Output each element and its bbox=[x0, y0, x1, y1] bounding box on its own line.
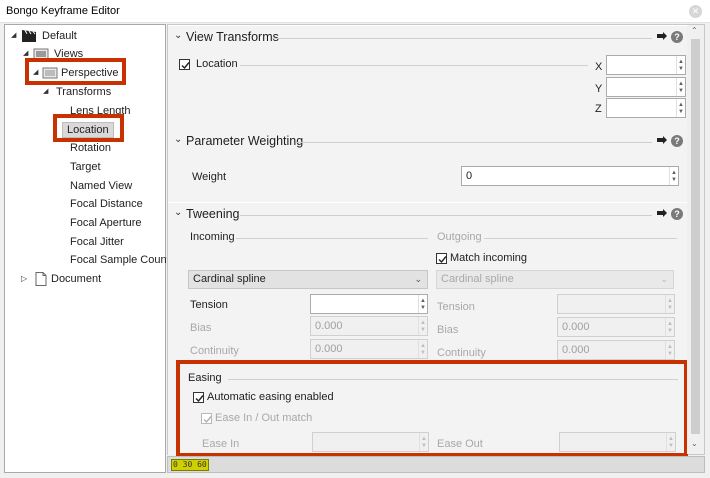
section-title: View Transforms bbox=[186, 30, 279, 44]
status-bar: 0 30 60 bbox=[167, 456, 705, 473]
pin-icon[interactable] bbox=[657, 136, 667, 144]
section-tweening: ⌄ Tweening ? Incoming Outgoing Match inc… bbox=[168, 203, 688, 457]
spinner[interactable]: ▲ ▼ bbox=[676, 56, 685, 74]
properties-panel: ⌄ View Transforms ? Location X ▲ ▼ Y ▲ ▼ Z… bbox=[167, 24, 705, 457]
continuity-label: Continuity bbox=[190, 345, 239, 357]
tree-item-label: Default bbox=[42, 30, 77, 42]
section-title: Parameter Weighting bbox=[186, 134, 304, 148]
outgoing-tension-label: Tension bbox=[437, 301, 475, 313]
spinner[interactable]: ▲ ▼ bbox=[418, 295, 427, 313]
scroll-down-icon[interactable]: ⌄ bbox=[691, 439, 698, 448]
x-label: X bbox=[595, 61, 603, 73]
highlight-box-easing bbox=[176, 360, 688, 457]
help-icon[interactable]: ? bbox=[671, 208, 683, 220]
divider bbox=[484, 238, 677, 239]
title-bar: Bongo Keyframe Editor ✕ bbox=[0, 0, 710, 23]
chevron-down-icon[interactable]: ⌄ bbox=[174, 30, 182, 41]
tree-item-document[interactable]: ▷ Document bbox=[19, 270, 139, 288]
collapse-icon[interactable]: ◢ bbox=[11, 27, 16, 45]
location-label: Location bbox=[196, 58, 238, 70]
chevron-down-icon[interactable]: ⌄ bbox=[174, 134, 182, 145]
scene-tree[interactable]: ◢ Default ◢ Views ◢ Perspective ◢ Transf… bbox=[4, 24, 170, 473]
help-icon[interactable]: ? bbox=[671, 135, 683, 147]
section-view-transforms: ⌄ View Transforms ? Location X ▲ ▼ Y ▲ ▼ Z… bbox=[168, 26, 688, 131]
divider bbox=[236, 238, 428, 239]
scroll-up-icon[interactable]: ⌃ bbox=[691, 26, 698, 35]
incoming-tension-input[interactable]: ▲ ▼ bbox=[310, 294, 428, 314]
section-header[interactable]: ⌄ View Transforms ? bbox=[168, 26, 688, 48]
x-input[interactable]: ▲ ▼ bbox=[606, 55, 686, 75]
pin-icon[interactable] bbox=[657, 209, 667, 217]
divider bbox=[240, 215, 652, 216]
spinner[interactable]: ▲ ▼ bbox=[676, 99, 685, 117]
outgoing-tension-input: ▲ ▼ bbox=[557, 294, 675, 314]
divider bbox=[296, 142, 652, 143]
outgoing-label: Outgoing bbox=[437, 231, 482, 243]
help-icon[interactable]: ? bbox=[671, 31, 683, 43]
section-parameter-weighting: ⌄ Parameter Weighting ? Weight 0 ▲ ▼ bbox=[168, 130, 688, 202]
tree-item-label: Focal Aperture bbox=[70, 217, 142, 229]
match-incoming-label: Match incoming bbox=[450, 252, 528, 264]
outgoing-continuity-input: 0.000 ▲ ▼ bbox=[557, 340, 675, 360]
section-header[interactable]: ⌄ Tweening ? bbox=[168, 203, 688, 225]
window-title: Bongo Keyframe Editor bbox=[6, 5, 120, 17]
y-input[interactable]: ▲ ▼ bbox=[606, 77, 686, 97]
frame-badge: 0 30 60 bbox=[171, 459, 209, 471]
clapper-icon bbox=[22, 30, 36, 42]
incoming-continuity-input: 0.000 ▲ ▼ bbox=[310, 339, 428, 359]
outgoing-continuity-label: Continuity bbox=[437, 347, 486, 359]
tree-item-label: Target bbox=[70, 161, 101, 173]
incoming-bias-input: 0.000 ▲ ▼ bbox=[310, 316, 428, 336]
chevron-down-icon[interactable]: ⌄ bbox=[174, 207, 182, 218]
expand-icon[interactable]: ▷ bbox=[21, 270, 27, 288]
divider bbox=[272, 38, 652, 39]
section-header[interactable]: ⌄ Parameter Weighting ? bbox=[168, 130, 688, 152]
highlight-box-perspective bbox=[25, 58, 126, 85]
z-input[interactable]: ▲ ▼ bbox=[606, 98, 686, 118]
close-icon[interactable]: ✕ bbox=[689, 5, 702, 18]
scrollbar-thumb[interactable] bbox=[691, 39, 700, 434]
bias-label: Bias bbox=[190, 322, 212, 334]
incoming-label: Incoming bbox=[190, 231, 235, 243]
weight-input[interactable]: 0 ▲ ▼ bbox=[461, 166, 679, 186]
tree-item-label: Focal Distance bbox=[70, 198, 143, 210]
tree-item-label: Document bbox=[51, 273, 102, 285]
match-incoming-checkbox[interactable] bbox=[436, 253, 447, 264]
chevron-down-icon: ⌄ bbox=[660, 274, 668, 284]
tree-item-transforms[interactable]: ◢ Transforms bbox=[43, 83, 153, 101]
collapse-icon[interactable]: ◢ bbox=[43, 83, 48, 101]
chevron-down-icon: ⌄ bbox=[414, 274, 422, 284]
weight-label: Weight bbox=[192, 171, 227, 183]
section-title: Tweening bbox=[186, 207, 240, 221]
tree-item-label: Focal Jitter bbox=[70, 236, 124, 248]
tree-item-label: Focal Sample Count bbox=[70, 254, 170, 266]
outgoing-interp-select: Cardinal spline ⌄ bbox=[436, 270, 674, 289]
outgoing-bias-input: 0.000 ▲ ▼ bbox=[557, 317, 675, 337]
pin-icon[interactable] bbox=[657, 32, 667, 40]
tension-label: Tension bbox=[190, 299, 228, 311]
divider bbox=[240, 65, 588, 66]
outgoing-bias-label: Bias bbox=[437, 324, 459, 336]
tree-item-label: Transforms bbox=[56, 86, 112, 98]
tree-item-label: Named View bbox=[70, 180, 133, 192]
document-icon bbox=[35, 272, 47, 286]
y-label: Y bbox=[595, 83, 603, 95]
vertical-scrollbar[interactable]: ⌃ ⌄ bbox=[687, 25, 704, 454]
z-label: Z bbox=[595, 103, 602, 115]
incoming-interp-select[interactable]: Cardinal spline ⌄ bbox=[188, 270, 428, 289]
spinner[interactable]: ▲ ▼ bbox=[669, 167, 678, 185]
highlight-box-location bbox=[53, 114, 124, 142]
spinner[interactable]: ▲ ▼ bbox=[676, 78, 685, 96]
tree-item-default[interactable]: ◢ Default bbox=[9, 27, 159, 45]
location-checkbox[interactable] bbox=[179, 59, 190, 70]
